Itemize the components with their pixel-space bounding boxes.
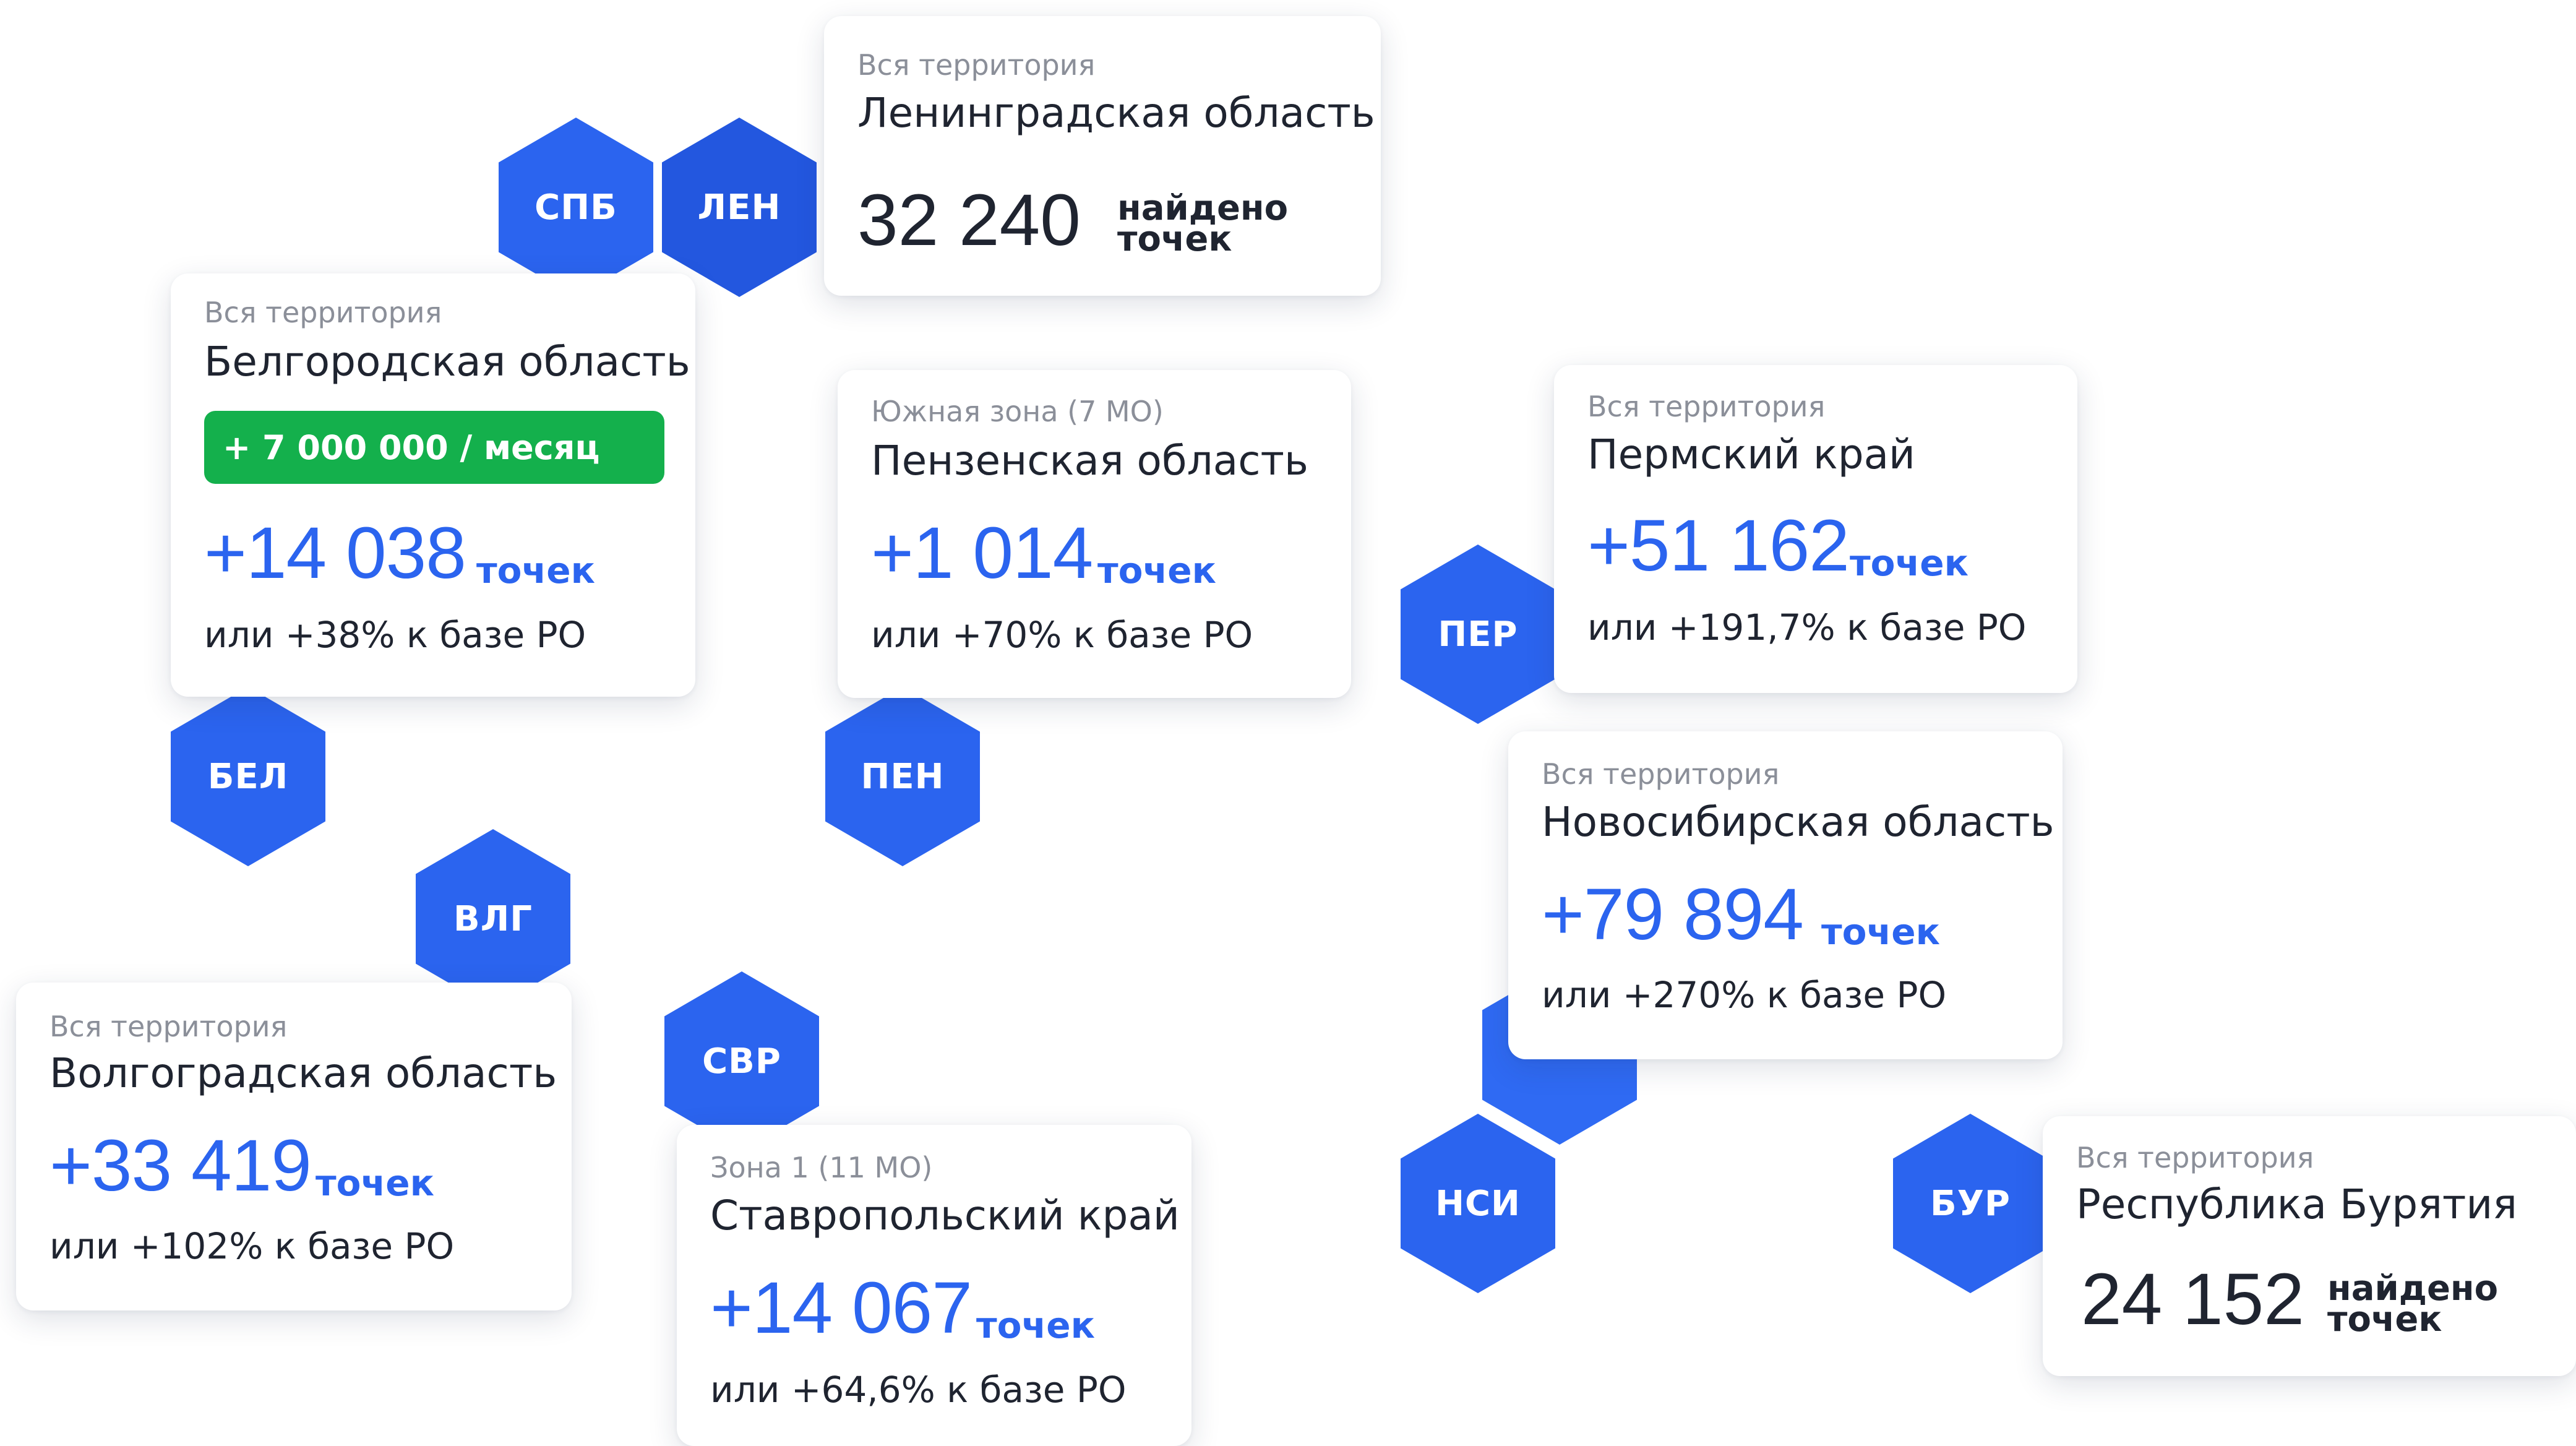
card-note: или +70% к базе РО: [871, 614, 1253, 656]
card-note: или +64,6% к базе РО: [710, 1369, 1127, 1411]
card-note: или +102% к базе РО: [49, 1225, 455, 1267]
card-note: или +270% к базе РО: [1542, 974, 1947, 1016]
card-title: Республика Бурятия: [2076, 1181, 2517, 1228]
hex-label: ПЕР: [1438, 614, 1518, 655]
card-title: Белгородская область: [204, 338, 690, 385]
card-title: Ленинградская область: [857, 89, 1375, 137]
card-note: или +191,7% к базе РО: [1587, 606, 2027, 648]
count-label-line: точек: [1117, 219, 1232, 259]
card-penza: Южная зона (7 МО) Пензенская область +1 …: [838, 370, 1351, 698]
hex-len: ЛЕН: [662, 118, 817, 297]
card-novosibirsk: Вся территория Новосибирская область +79…: [1508, 731, 2063, 1059]
card-subtitle: Зона 1 (11 МО): [710, 1151, 933, 1184]
hex-label: БУР: [1930, 1183, 2011, 1224]
card-value: +79 894: [1542, 874, 1804, 955]
hex-label: СПБ: [535, 187, 617, 228]
card-subtitle: Вся территория: [1587, 390, 1826, 423]
card-stavropol: Зона 1 (11 МО) Ставропольский край +14 0…: [677, 1125, 1191, 1446]
card-title: Волгоградская область: [49, 1049, 557, 1097]
hex-svr: СВР: [664, 971, 819, 1151]
card-unit: точек: [476, 549, 595, 592]
card-count: 24 152: [2081, 1259, 2304, 1340]
card-title: Пермский край: [1587, 431, 1915, 478]
hex-pen: ПЕН: [825, 687, 980, 866]
card-subtitle: Вся территория: [204, 296, 442, 329]
hex-nsi: НСИ: [1401, 1114, 1555, 1293]
card-title: Новосибирская область: [1542, 798, 2054, 846]
card-buryatia: Вся территория Республика Бурятия 24 152…: [2043, 1116, 2576, 1376]
hex-label: НСИ: [1435, 1183, 1521, 1224]
card-unit: точек: [976, 1304, 1095, 1346]
card-belgorod: Вся территория Белгородская область + 7 …: [171, 273, 695, 697]
card-value: +51 162: [1587, 505, 1850, 587]
card-subtitle: Вся территория: [49, 1010, 288, 1043]
hex-label: БЕЛ: [207, 756, 289, 797]
infographic-canvas: СПБ ЛЕН БЕЛ ПЕН ПЕР ВЛГ СВР НСИ БУР Вся …: [0, 0, 2576, 1446]
hex-bur: БУР: [1893, 1114, 2048, 1293]
card-value: +14 038: [204, 512, 466, 594]
card-count-label: найдено точек: [1117, 191, 1288, 259]
card-count-label: найдено точек: [2327, 1272, 2498, 1340]
card-value: +14 067: [710, 1267, 972, 1349]
hex-bel: БЕЛ: [171, 687, 325, 866]
card-unit: точек: [1821, 911, 1940, 953]
card-subtitle: Южная зона (7 МО): [871, 395, 1164, 428]
card-volgograd: Вся территория Волгоградская область +33…: [16, 983, 572, 1310]
hex-vlg: ВЛГ: [416, 829, 570, 1009]
revenue-badge: + 7 000 000 / месяц: [204, 411, 664, 484]
card-subtitle: Вся территория: [857, 48, 1096, 82]
hex-label: ЛЕН: [697, 187, 781, 228]
card-title: Пензенская область: [871, 437, 1308, 484]
hex-label: СВР: [702, 1041, 781, 1082]
hex-spb: СПБ: [499, 118, 653, 297]
card-unit: точек: [316, 1162, 434, 1204]
card-title: Ставропольский край: [710, 1192, 1180, 1239]
card-leningrad: Вся территория Ленинградская область 32 …: [824, 16, 1381, 296]
hex-per: ПЕР: [1401, 544, 1555, 724]
card-count: 32 240: [857, 179, 1081, 261]
card-subtitle: Вся территория: [1542, 757, 1780, 791]
card-perm: Вся территория Пермский край +51 162 точ…: [1554, 365, 2077, 693]
card-subtitle: Вся территория: [2076, 1141, 2314, 1174]
card-value: +33 419: [49, 1125, 312, 1207]
card-value: +1 014: [871, 512, 1093, 594]
hex-label: ПЕН: [861, 756, 945, 797]
count-label-line: точек: [2327, 1299, 2442, 1340]
hex-label: ВЛГ: [453, 898, 533, 939]
card-note: или +38% к базе РО: [204, 614, 586, 656]
card-unit: точек: [1850, 542, 1968, 584]
card-unit: точек: [1097, 549, 1216, 592]
